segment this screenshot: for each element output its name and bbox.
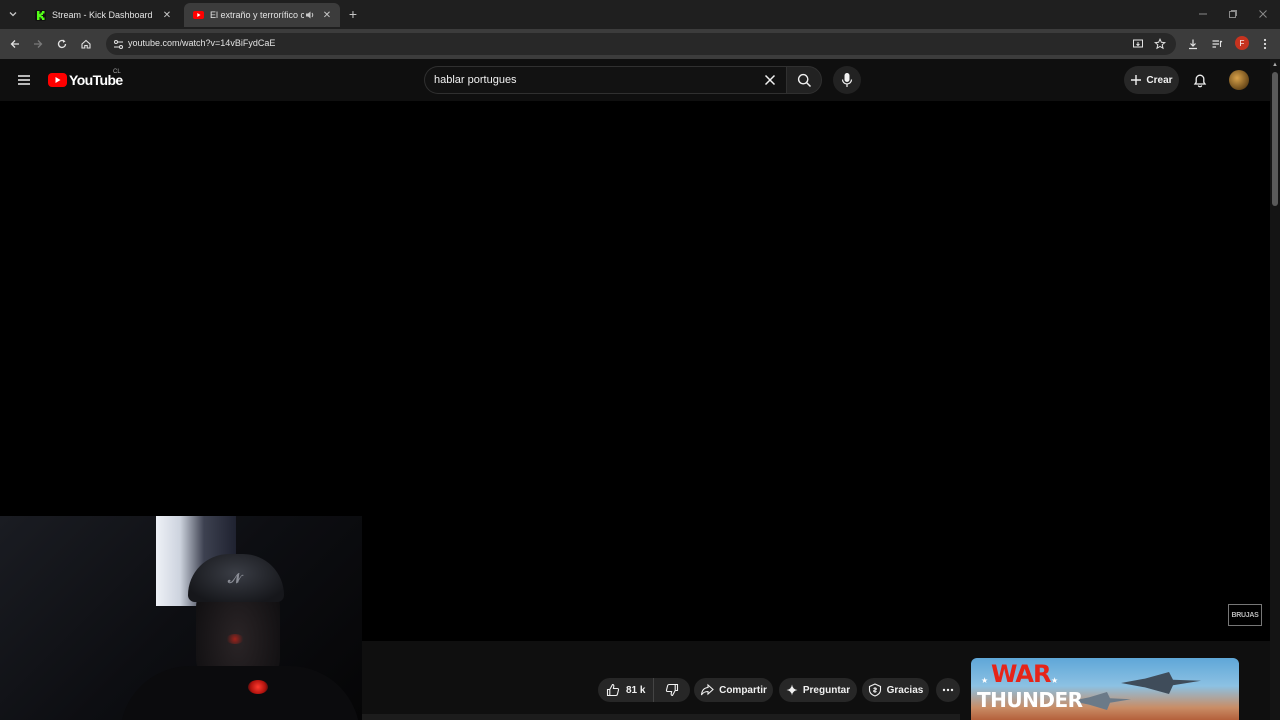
forward-arrow-icon[interactable]	[30, 36, 46, 52]
like-button[interactable]: 81 k	[598, 678, 654, 702]
address-bar[interactable]: youtube.com/watch?v=14vBiFydCaE	[106, 33, 1176, 55]
clear-search-icon[interactable]	[761, 71, 779, 89]
more-horizontal-icon	[942, 688, 954, 692]
youtube-header: YouTube CL hablar portugues Crear	[0, 59, 1270, 101]
thanks-button[interactable]: Gracias	[862, 678, 929, 702]
plus-icon	[1130, 74, 1142, 86]
country-code: CL	[113, 69, 121, 75]
webcam-red-reflection	[226, 634, 244, 644]
back-arrow-icon[interactable]	[7, 36, 23, 52]
kebab-menu-icon[interactable]	[1257, 36, 1273, 52]
url-text: youtube.com/watch?v=14vBiFydCaE	[128, 38, 276, 48]
browser-profile-avatar[interactable]: F	[1235, 36, 1249, 50]
description-box-edge	[362, 714, 960, 720]
search-input[interactable]: hablar portugues	[424, 66, 786, 94]
ad-title-thunder: THUNDER	[977, 688, 1083, 712]
home-icon[interactable]	[78, 36, 94, 52]
create-label: Crear	[1146, 74, 1173, 86]
create-button[interactable]: Crear	[1124, 66, 1179, 94]
jet-plane-icon	[1121, 672, 1201, 694]
thumbs-up-icon	[606, 683, 620, 697]
webcam-person-body	[120, 666, 360, 720]
star-icon: ★	[981, 676, 989, 685]
search-icon	[797, 73, 812, 88]
ask-button[interactable]: Preguntar	[779, 678, 857, 702]
webcam-overlay: 𝒩	[0, 516, 362, 720]
ad-title-war: WAR	[991, 660, 1051, 688]
hamburger-menu-icon[interactable]	[14, 71, 34, 89]
tab-title: El extraño y terrorífico caso	[210, 10, 304, 20]
webcam-red-light	[248, 680, 268, 694]
dislike-button[interactable]	[654, 683, 690, 697]
tab-close-icon[interactable]: ✕	[320, 8, 334, 22]
browser-tab-strip: Stream - Kick Dashboard ✕ El extraño y t…	[0, 0, 1280, 29]
scrollbar-thumb[interactable]	[1272, 72, 1278, 206]
close-window-icon[interactable]	[1256, 7, 1270, 21]
thumbs-down-icon	[665, 683, 679, 697]
media-controls-icon[interactable]	[1209, 36, 1225, 52]
tab-title: Stream - Kick Dashboard	[52, 10, 153, 20]
share-button[interactable]: Compartir	[694, 678, 773, 702]
notifications-bell-icon[interactable]	[1190, 70, 1210, 90]
youtube-icon	[192, 9, 204, 21]
account-avatar[interactable]	[1229, 70, 1249, 90]
tab-search-chevron-icon[interactable]	[4, 5, 22, 23]
speaker-icon[interactable]	[304, 10, 316, 20]
tab-youtube-video[interactable]: El extraño y terrorífico caso ✕	[184, 3, 340, 27]
youtube-logo[interactable]: YouTube CL	[48, 69, 123, 88]
thanks-label: Gracias	[886, 684, 924, 696]
sparkle-icon	[786, 684, 798, 696]
install-app-icon[interactable]	[1130, 36, 1146, 52]
new-tab-plus-icon[interactable]: +	[345, 6, 361, 22]
channel-watermark[interactable]: BRUJAS	[1228, 604, 1262, 626]
like-count: 81 k	[626, 684, 646, 696]
like-dislike-group: 81 k	[598, 678, 690, 702]
restore-icon[interactable]	[1226, 7, 1240, 21]
share-label: Compartir	[719, 684, 767, 696]
voice-search-button[interactable]	[833, 66, 861, 94]
bookmark-star-icon[interactable]	[1152, 36, 1168, 52]
search-button[interactable]	[786, 66, 822, 94]
download-icon[interactable]	[1185, 36, 1201, 52]
war-thunder-ad-banner[interactable]: ★ ★ WAR THUNDER	[971, 658, 1239, 720]
scroll-up-arrow-icon[interactable]: ▲	[1272, 62, 1278, 68]
more-actions-button[interactable]	[936, 678, 960, 702]
ny-logo-icon: 𝒩	[228, 570, 242, 586]
site-settings-icon[interactable]	[110, 36, 126, 52]
ask-label: Preguntar	[802, 684, 851, 696]
search-query-text: hablar portugues	[434, 74, 517, 86]
kick-icon	[34, 9, 46, 21]
reload-icon[interactable]	[54, 36, 70, 52]
star-icon: ★	[1051, 676, 1059, 685]
tab-kick-dashboard[interactable]: Stream - Kick Dashboard ✕	[26, 3, 180, 27]
share-arrow-icon	[700, 683, 714, 697]
microphone-icon	[841, 72, 853, 88]
tab-close-icon[interactable]: ✕	[160, 8, 174, 22]
youtube-play-icon	[48, 73, 67, 87]
browser-toolbar: youtube.com/watch?v=14vBiFydCaE	[0, 29, 1280, 59]
minimize-icon[interactable]	[1196, 7, 1210, 21]
super-thanks-icon	[868, 683, 882, 697]
